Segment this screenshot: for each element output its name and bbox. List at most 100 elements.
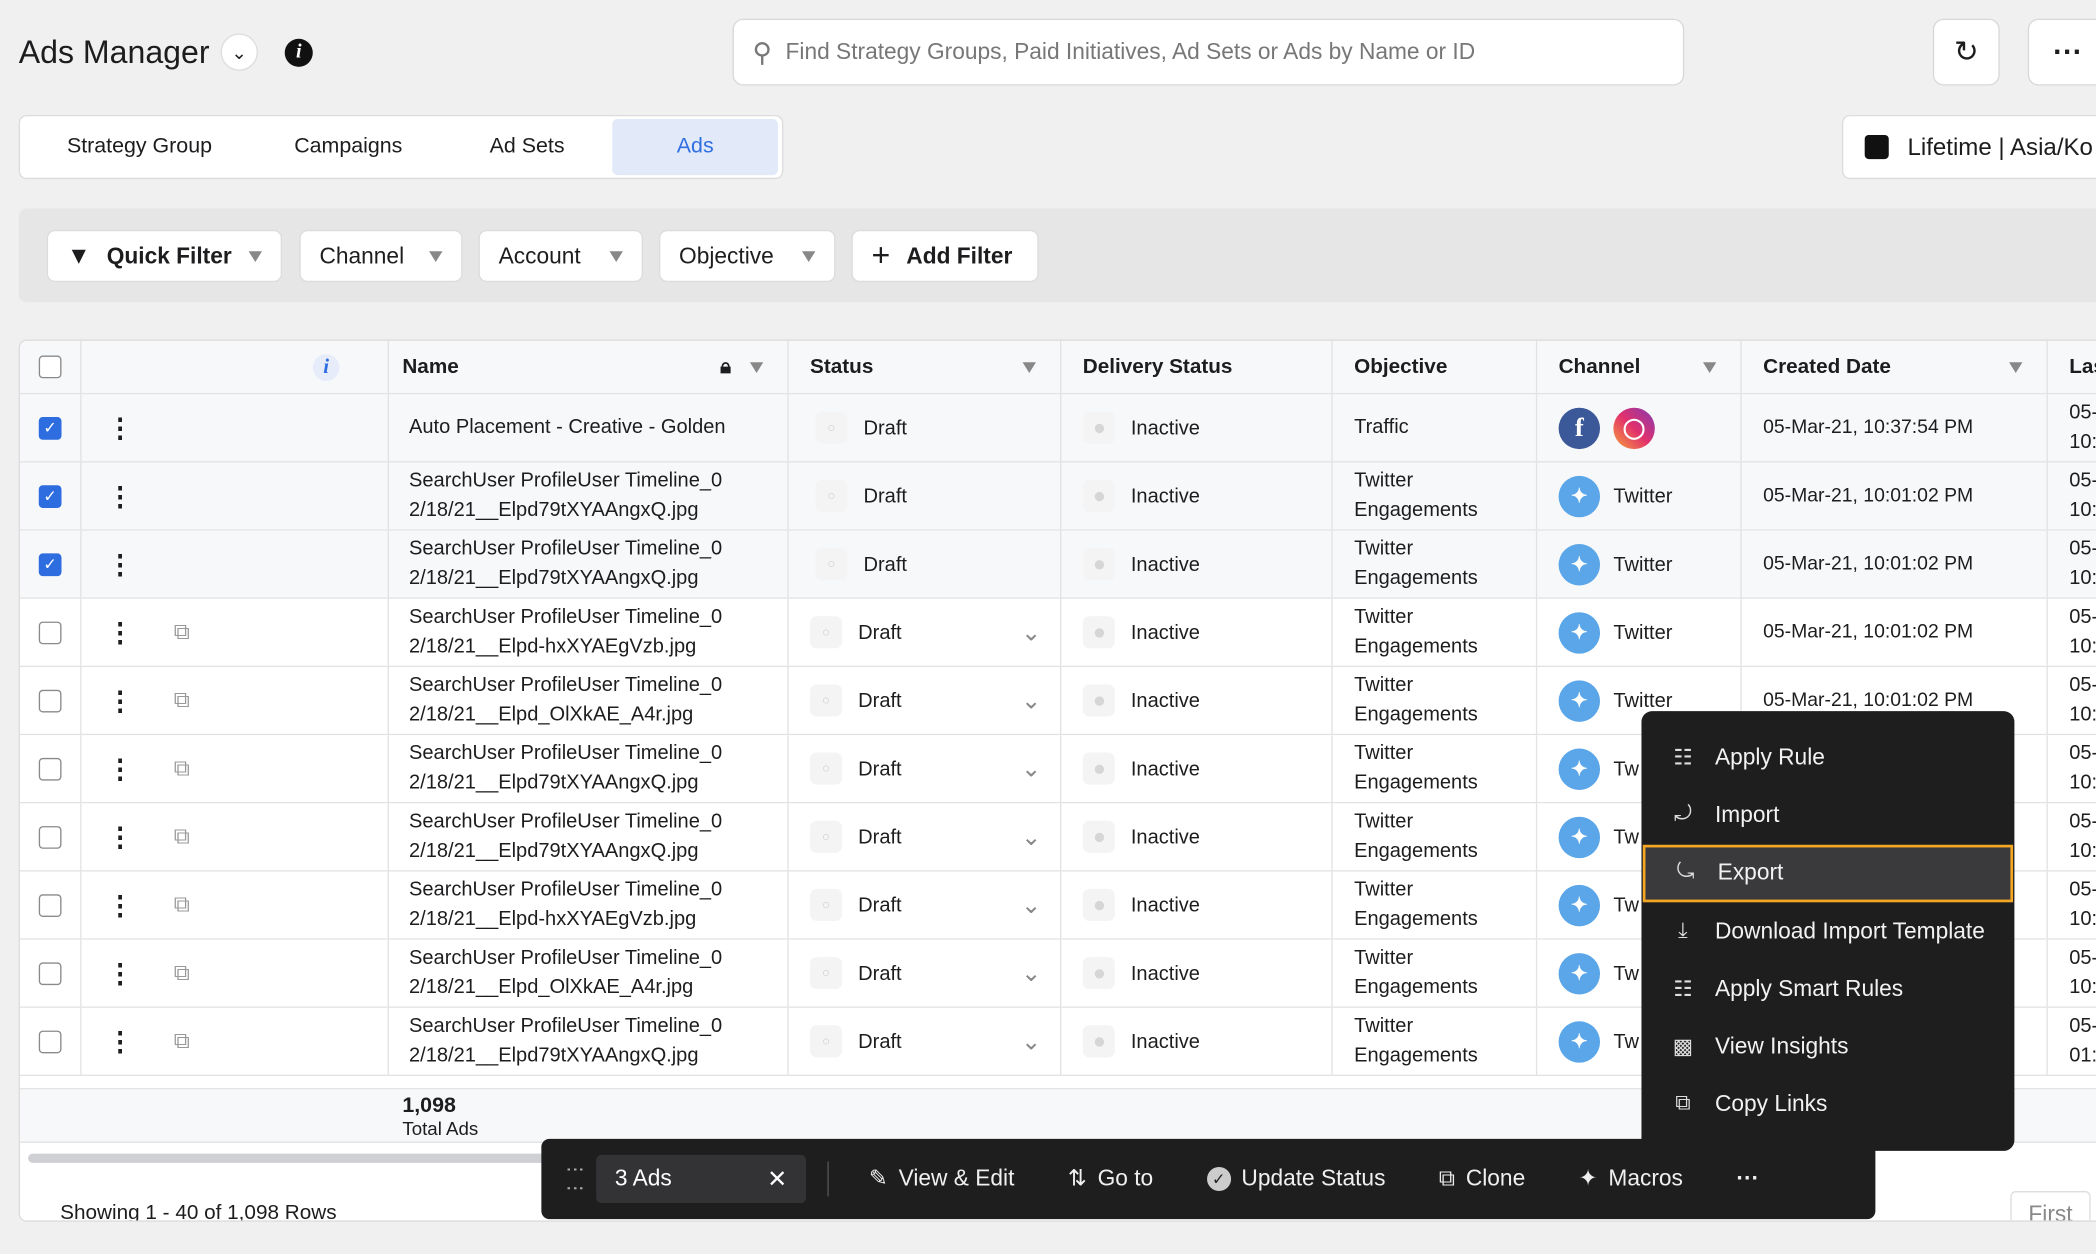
row-menu-icon[interactable]: ⋮ [107,616,134,649]
ad-name-line[interactable]: SearchUser ProfileUser Timeline_0 [409,671,722,700]
date-range-button[interactable]: Lifetime | Asia/Ko [1841,114,2096,180]
ad-name-line[interactable]: SearchUser ProfileUser Timeline_0 [409,535,722,564]
menu-item-copy-links[interactable]: ⧉ Copy Links [1643,1076,2013,1134]
row-menu-icon[interactable]: ⋮ [107,752,134,785]
ad-name-line[interactable]: 2/18/21__Elpd79tXYAAngxQ.jpg [409,496,722,525]
menu-item-apply-smart-rules[interactable]: ☷ Apply Smart Rules [1643,960,2013,1018]
chevron-down-icon[interactable]: ⌄ [1021,959,1041,987]
row-menu-icon[interactable]: ⋮ [107,820,134,853]
go-to-button[interactable]: ⇅ Go to [1068,1166,1153,1193]
chevron-down-icon[interactable]: ⌄ [1021,755,1041,783]
ad-name-line[interactable]: 2/18/21__Elpd79tXYAAngxQ.jpg [409,564,722,593]
table-row[interactable]: ✓ ⋮ SearchUser ProfileUser Timeline_0 2/1… [20,530,2096,599]
close-icon[interactable]: ✕ [767,1165,787,1193]
ad-name-line[interactable]: 2/18/21__Elpd79tXYAAngxQ.jpg [409,1041,722,1070]
open-preview-icon[interactable]: ⧉ [174,960,190,987]
row-checkbox[interactable]: ✓ [38,416,62,440]
open-preview-icon[interactable]: ⧉ [174,823,190,850]
row-checkbox[interactable] [38,757,62,780]
more-options-button[interactable]: ··· [2027,18,2096,86]
status-value[interactable]: Draft [858,962,901,985]
ad-name-line[interactable]: SearchUser ProfileUser Timeline_0 [409,876,722,905]
table-row[interactable]: ✓ ⋮ Auto Placement - Creative - Golden ○… [20,394,2096,463]
refresh-button[interactable]: ↻ [1932,18,2000,86]
tab-ads[interactable]: Ads [612,118,778,176]
status-value[interactable]: Draft [858,621,901,644]
row-menu-icon[interactable]: ⋮ [107,479,134,512]
row-menu-icon[interactable]: ⋮ [107,547,134,580]
ad-name-line[interactable]: 2/18/21__Elpd-hxXYAEgVzb.jpg [409,632,722,661]
search-input[interactable] [785,38,1683,66]
menu-item-apply-rule[interactable]: ☷ Apply Rule [1643,729,2013,787]
status-value[interactable]: Draft [858,689,901,712]
sort-caret-icon[interactable] [1022,361,1036,373]
row-checkbox[interactable] [38,1029,62,1053]
menu-item-download-import-template[interactable]: ⤓ Download Import Template [1643,902,2013,960]
status-value[interactable]: Draft [858,825,901,848]
ad-name-line[interactable]: SearchUser ProfileUser Timeline_0 [409,739,722,768]
chevron-down-icon[interactable]: ⌄ [220,33,258,71]
tab-ad-sets[interactable]: Ad Sets [442,119,613,175]
column-created-date[interactable]: Created Date [1763,355,1891,379]
row-checkbox[interactable]: ✓ [38,552,62,576]
account-filter[interactable]: Account [478,229,643,283]
status-value[interactable]: Draft [858,894,901,917]
ad-name-line[interactable]: SearchUser ProfileUser Timeline_0 [409,944,722,973]
ad-name-line[interactable]: 2/18/21__Elpd-hxXYAEgVzb.jpg [409,905,722,934]
tab-strategy-group[interactable]: Strategy Group [24,119,255,175]
ad-name-line[interactable]: 2/18/21__Elpd_OlXkAE_A4r.jpg [409,973,722,1002]
open-preview-icon[interactable]: ⧉ [174,619,190,646]
ad-name[interactable]: Auto Placement - Creative - Golden [409,415,726,438]
ad-name-line[interactable]: SearchUser ProfileUser Timeline_0 [409,807,722,836]
row-checkbox[interactable] [38,689,62,712]
row-checkbox[interactable] [38,893,62,917]
row-checkbox[interactable] [38,825,62,849]
status-value[interactable]: Draft [858,1030,901,1053]
row-menu-icon[interactable]: ⋮ [107,888,134,921]
sort-caret-icon[interactable] [2009,361,2023,373]
ad-name-line[interactable]: 2/18/21__Elpd79tXYAAngxQ.jpg [409,769,722,798]
column-objective[interactable]: Objective [1354,355,1447,379]
first-page-button[interactable]: First [2010,1190,2091,1221]
search-box[interactable]: ⚲ [732,18,1685,86]
drag-handle-icon[interactable]: ⋮⋮ [565,1160,586,1197]
open-preview-icon[interactable]: ⧉ [174,1028,190,1055]
status-value[interactable]: Draft [858,757,901,780]
column-delivery-status[interactable]: Delivery Status [1083,355,1233,379]
column-channel[interactable]: Channel [1559,355,1641,379]
chevron-down-icon[interactable]: ⌄ [1021,618,1041,646]
quick-filter-button[interactable]: ▼ Quick Filter [46,229,283,283]
ad-name-line[interactable]: SearchUser ProfileUser Timeline_0 [409,467,722,496]
info-icon[interactable]: i [284,38,313,67]
clone-button[interactable]: ⧉ Clone [1439,1166,1525,1193]
select-all-checkbox[interactable] [38,355,62,379]
channel-filter[interactable]: Channel [299,229,463,283]
row-checkbox[interactable] [38,620,62,644]
row-menu-icon[interactable]: ⋮ [107,956,134,989]
menu-item-export[interactable]: ⤿ Export [1642,844,2014,903]
column-last[interactable]: Las [2069,355,2096,379]
ad-name-line[interactable]: SearchUser ProfileUser Timeline_0 [409,603,722,632]
table-row[interactable]: ⋮ ⧉ SearchUser ProfileUser Timeline_0 2/18… [20,598,2096,668]
row-checkbox[interactable] [38,961,62,985]
sort-caret-icon[interactable] [749,361,764,373]
row-menu-icon[interactable]: ⋮ [107,1025,134,1058]
open-preview-icon[interactable]: ⧉ [174,755,190,782]
chevron-down-icon[interactable]: ⌄ [1021,891,1041,919]
column-status[interactable]: Status [810,355,873,379]
ad-name-line[interactable]: SearchUser ProfileUser Timeline_0 [409,1012,722,1041]
row-checkbox[interactable]: ✓ [38,484,62,508]
menu-item-view-insights[interactable]: ▩ View Insights [1643,1018,2013,1076]
horizontal-scrollbar[interactable] [28,1153,563,1163]
row-menu-icon[interactable]: ⋮ [107,411,134,444]
sort-caret-icon[interactable] [1702,361,1717,373]
ad-name-line[interactable]: 2/18/21__Elpd_OlXkAE_A4r.jpg [409,700,722,729]
tab-campaigns[interactable]: Campaigns [255,119,442,175]
info-icon[interactable]: i [312,353,340,381]
column-name[interactable]: Name [402,355,458,379]
objective-filter[interactable]: Objective [658,229,836,283]
update-status-button[interactable]: ✓ Update Status [1206,1166,1385,1193]
more-actions-button[interactable]: ··· [1736,1166,1759,1193]
view-edit-button[interactable]: ✎ View & Edit [869,1166,1015,1193]
chevron-down-icon[interactable]: ⌄ [1021,1027,1041,1055]
